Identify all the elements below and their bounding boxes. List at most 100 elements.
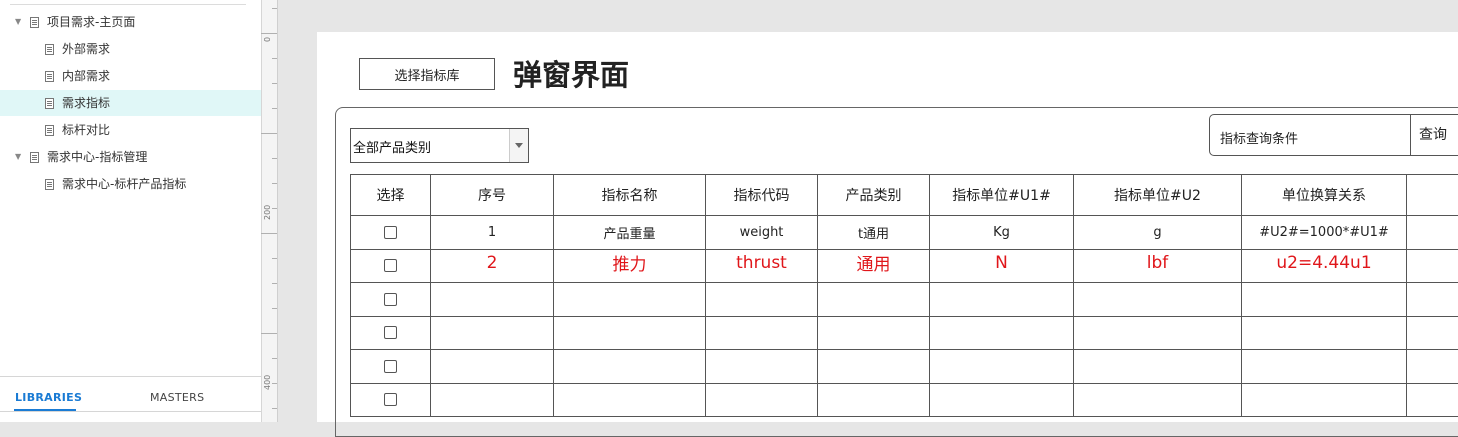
cell-text: weight bbox=[740, 225, 784, 240]
indicator-table: 选择序号指标名称指标代码产品类别指标单位#U1#指标单位#U2单位换算关系 1 产… bbox=[350, 174, 1458, 417]
table-row: 1 产品重量 weight t通用 Kg g#U2#=1000*#U1# bbox=[351, 216, 1458, 250]
page-tree-item[interactable]: 标杆对比 bbox=[0, 117, 261, 143]
page-tree-item[interactable]: ▼需求中心-指标管理 bbox=[0, 144, 261, 170]
page-tree-item-label: 标杆对比 bbox=[62, 117, 110, 143]
table-cell: u2=4.44u1 bbox=[1242, 249, 1407, 283]
cell-text: 2 bbox=[487, 253, 498, 273]
page-icon bbox=[45, 179, 54, 190]
page-icon bbox=[45, 44, 54, 55]
table-cell bbox=[554, 350, 706, 384]
ruler-tick bbox=[272, 108, 277, 109]
cell-text: 通用 bbox=[857, 255, 891, 275]
ruler-tick bbox=[272, 183, 277, 184]
query-box: 指标查询条件 查询 bbox=[1209, 114, 1458, 156]
ruler-tick bbox=[272, 408, 277, 409]
table-cell bbox=[818, 316, 930, 350]
table-row bbox=[351, 316, 1458, 350]
table-row bbox=[351, 283, 1458, 317]
table-row bbox=[351, 383, 1458, 417]
table-cell bbox=[1074, 316, 1242, 350]
product-category-select[interactable]: 全部产品类别 bbox=[350, 128, 529, 163]
page-tree-item-label: 外部需求 bbox=[62, 36, 110, 62]
cell-text: N bbox=[995, 253, 1008, 273]
table-body: 1产品重量weightt通用Kgg#U2#=1000*#U1#2推力thrust… bbox=[351, 216, 1458, 417]
chevron-down-icon[interactable] bbox=[509, 129, 528, 162]
select-cell bbox=[351, 249, 431, 283]
ruler-tick bbox=[272, 208, 277, 209]
panel-divider bbox=[0, 411, 261, 412]
page-tree-item-label: 需求中心-标杆产品指标 bbox=[62, 171, 186, 197]
table-cell: 1 bbox=[431, 216, 554, 250]
ruler-label: 200 bbox=[263, 205, 272, 220]
select-cell bbox=[351, 350, 431, 384]
tab-libraries[interactable]: LIBRARIES bbox=[15, 391, 82, 404]
table-cell bbox=[930, 316, 1074, 350]
select-cell bbox=[351, 216, 431, 250]
column-header: 选择 bbox=[351, 175, 431, 216]
expand-arrow-icon[interactable]: ▼ bbox=[15, 9, 21, 35]
panel-divider bbox=[10, 4, 246, 5]
table-cell: weight bbox=[706, 216, 818, 250]
table-cell: lbf bbox=[1074, 249, 1242, 283]
table-row bbox=[351, 350, 1458, 384]
table-cell: t通用 bbox=[818, 216, 930, 250]
page-tree-item-label: 需求指标 bbox=[62, 90, 110, 116]
select-cell bbox=[351, 383, 431, 417]
ruler-tick bbox=[272, 158, 277, 159]
table-cell bbox=[1074, 383, 1242, 417]
table-cell bbox=[1407, 350, 1458, 384]
row-checkbox[interactable] bbox=[384, 259, 397, 272]
popup-title: 弹窗界面 bbox=[513, 52, 629, 94]
table-cell: g bbox=[1074, 216, 1242, 250]
ruler-tick bbox=[272, 58, 277, 59]
page-tree-item[interactable]: 外部需求 bbox=[0, 36, 261, 62]
column-header: 序号 bbox=[431, 175, 554, 216]
row-checkbox[interactable] bbox=[384, 360, 397, 373]
query-input[interactable]: 指标查询条件 bbox=[1220, 128, 1298, 147]
cell-text: 产品重量 bbox=[603, 227, 655, 242]
table-header-row: 选择序号指标名称指标代码产品类别指标单位#U1#指标单位#U2单位换算关系 bbox=[351, 175, 1458, 216]
ruler-tick bbox=[272, 258, 277, 259]
table-cell bbox=[554, 316, 706, 350]
table-cell bbox=[706, 316, 818, 350]
page-icon bbox=[30, 152, 39, 163]
ruler-tick bbox=[261, 333, 277, 334]
table-cell bbox=[431, 350, 554, 384]
select-cell bbox=[351, 283, 431, 317]
table-cell bbox=[1407, 283, 1458, 317]
row-checkbox[interactable] bbox=[384, 326, 397, 339]
table-cell bbox=[1407, 249, 1458, 283]
ruler-tick bbox=[261, 233, 277, 234]
ruler-tick bbox=[272, 358, 277, 359]
page-icon bbox=[45, 125, 54, 136]
ruler-label: 0 bbox=[263, 37, 272, 42]
table-cell bbox=[1407, 316, 1458, 350]
page-tree-item[interactable]: 需求中心-标杆产品指标 bbox=[0, 171, 261, 197]
table-cell bbox=[930, 350, 1074, 384]
page-tree-item[interactable]: 需求指标 bbox=[0, 90, 261, 116]
table-cell: Kg bbox=[930, 216, 1074, 250]
expand-arrow-icon[interactable]: ▼ bbox=[15, 144, 21, 170]
page-tree-item[interactable]: ▼项目需求-主页面 bbox=[0, 9, 261, 35]
select-library-button[interactable]: 选择指标库 bbox=[359, 58, 495, 90]
cell-text: t通用 bbox=[858, 227, 889, 242]
page-tree-item[interactable]: 内部需求 bbox=[0, 63, 261, 89]
table-cell bbox=[1074, 283, 1242, 317]
ruler-tick bbox=[272, 283, 277, 284]
row-checkbox[interactable] bbox=[384, 293, 397, 306]
table-cell bbox=[706, 350, 818, 384]
table-cell bbox=[1242, 383, 1407, 417]
row-checkbox[interactable] bbox=[384, 393, 397, 406]
tab-masters[interactable]: MASTERS bbox=[150, 391, 204, 404]
table-cell: #U2#=1000*#U1# bbox=[1242, 216, 1407, 250]
cell-text: Kg bbox=[993, 225, 1010, 240]
column-header bbox=[1407, 175, 1458, 216]
column-header: 单位换算关系 bbox=[1242, 175, 1407, 216]
table-cell: 通用 bbox=[818, 249, 930, 283]
table-cell bbox=[431, 316, 554, 350]
cell-text: 1 bbox=[488, 225, 496, 240]
query-button[interactable]: 查询 bbox=[1411, 115, 1458, 155]
table-cell bbox=[818, 383, 930, 417]
table-cell: 产品重量 bbox=[554, 216, 706, 250]
row-checkbox[interactable] bbox=[384, 226, 397, 239]
